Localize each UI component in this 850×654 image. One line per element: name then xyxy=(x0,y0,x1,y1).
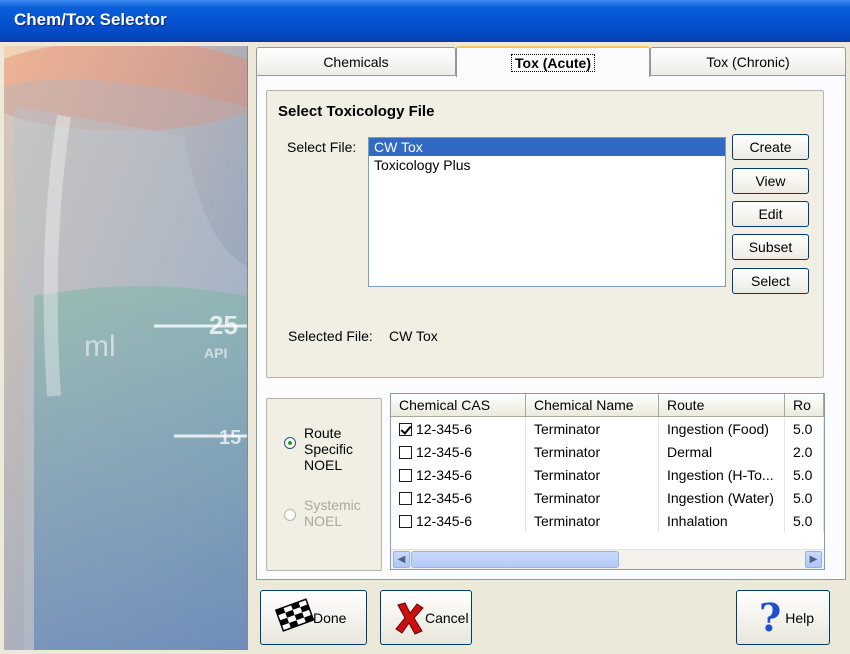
cas-text: 12-345-6 xyxy=(416,466,473,483)
ro-cell: 5.0 xyxy=(784,509,824,532)
horizontal-scrollbar[interactable]: ◀ ▶ xyxy=(391,549,824,569)
tab-chemicals[interactable]: Chemicals xyxy=(256,47,456,76)
done-button[interactable]: Done xyxy=(260,590,367,645)
row-checkbox[interactable] xyxy=(399,445,412,459)
view-button[interactable]: View xyxy=(732,168,809,194)
scroll-right-icon[interactable]: ▶ xyxy=(805,551,822,568)
cancel-x-icon xyxy=(395,601,425,638)
chemical-name-cell: Terminator xyxy=(525,463,659,486)
file-list-item[interactable]: Toxicology Plus xyxy=(369,156,725,174)
chemical-name-cell: Terminator xyxy=(525,440,659,463)
table-row[interactable]: 12-345-6 Terminator Ingestion (Water) 5.0 xyxy=(391,486,824,509)
select-button[interactable]: Select xyxy=(732,268,809,294)
table-row[interactable]: 12-345-6 Terminator Dermal 2.0 xyxy=(391,440,824,463)
window-title: Chem/Tox Selector xyxy=(14,10,167,29)
cas-text: 12-345-6 xyxy=(416,420,473,437)
route-cell: Dermal xyxy=(658,440,785,463)
column-header-name[interactable]: Chemical Name xyxy=(525,394,659,417)
row-checkbox[interactable] xyxy=(399,468,412,482)
chemical-name-cell: Terminator xyxy=(525,509,659,532)
column-header-cas[interactable]: Chemical CAS xyxy=(391,394,526,417)
cas-cell: 12-345-6 xyxy=(391,463,526,486)
edit-button[interactable]: Edit xyxy=(732,201,809,227)
ro-cell: 5.0 xyxy=(784,416,824,440)
create-button[interactable]: Create xyxy=(732,134,809,160)
route-specific-label-line: NOEL xyxy=(304,457,343,473)
group-title: Select Toxicology File xyxy=(278,103,435,120)
cas-text: 12-345-6 xyxy=(416,443,473,460)
route-specific-label-line: Specific xyxy=(304,441,354,457)
route-cell: Ingestion (Food) xyxy=(658,416,785,440)
route-cell: Ingestion (Water) xyxy=(658,486,785,509)
systemic-label-line: Systemic xyxy=(304,497,361,513)
tab-tox-acute-label: Tox (Acute) xyxy=(511,53,595,72)
row-checkbox[interactable] xyxy=(399,491,412,505)
scroll-thumb[interactable] xyxy=(411,551,619,568)
cas-cell: 12-345-6 xyxy=(391,486,526,509)
help-button[interactable]: ? Help xyxy=(736,590,830,645)
systemic-radio-row[interactable]: Systemic NOEL xyxy=(284,497,361,529)
route-cell: Inhalation xyxy=(658,509,785,532)
file-list-item[interactable]: CW Tox xyxy=(369,138,725,156)
chemical-table: Chemical CAS Chemical Name Route Ro 12-3… xyxy=(391,394,824,532)
selected-file-label: Selected File: xyxy=(288,328,373,344)
scroll-left-icon[interactable]: ◀ xyxy=(393,551,410,568)
checkered-flag-icon xyxy=(273,598,317,637)
cas-text: 12-345-6 xyxy=(416,489,473,506)
chemical-name-cell: Terminator xyxy=(525,486,659,509)
noel-group xyxy=(266,398,382,571)
cancel-button[interactable]: Cancel xyxy=(380,590,472,645)
ro-cell: 5.0 xyxy=(784,486,824,509)
beaker-text-ml: ml xyxy=(84,330,116,363)
cas-cell: 12-345-6 xyxy=(391,416,526,440)
help-label: Help xyxy=(785,609,815,626)
beaker-text-15: 15 xyxy=(219,427,241,449)
subset-button[interactable]: Subset xyxy=(732,234,809,260)
column-header-route[interactable]: Route xyxy=(658,394,785,417)
question-mark-icon: ? xyxy=(759,594,782,640)
cas-cell: 12-345-6 xyxy=(391,440,526,463)
row-checkbox[interactable] xyxy=(399,422,412,436)
route-specific-radio-row[interactable]: Route Specific NOEL xyxy=(284,425,353,473)
tab-strip: Chemicals Tox (Acute) Tox (Chronic) xyxy=(256,46,846,77)
row-checkbox[interactable] xyxy=(399,514,412,528)
cas-cell: 12-345-6 xyxy=(391,509,526,532)
cancel-label: Cancel xyxy=(425,609,469,626)
cas-text: 12-345-6 xyxy=(416,512,473,529)
tab-tox-chronic-label: Tox (Chronic) xyxy=(706,54,790,70)
table-row[interactable]: 12-345-6 Terminator Inhalation 5.0 xyxy=(391,509,824,532)
done-label: Done xyxy=(313,609,347,626)
ro-cell: 5.0 xyxy=(784,463,824,486)
tab-chemicals-label: Chemicals xyxy=(323,54,389,70)
file-listbox[interactable]: CW Tox Toxicology Plus xyxy=(368,137,726,287)
table-row[interactable]: 12-345-6 Terminator Ingestion (H-To... 5.0 xyxy=(391,463,824,486)
systemic-label-line: NOEL xyxy=(304,513,343,529)
chemical-name-cell: Terminator xyxy=(525,416,659,440)
selected-file-value: CW Tox xyxy=(389,328,438,344)
route-specific-radio[interactable] xyxy=(284,437,296,449)
beaker-text-api: API xyxy=(204,345,227,361)
ro-cell: 2.0 xyxy=(784,440,824,463)
select-file-label: Select File: xyxy=(287,139,357,155)
chemical-grid[interactable]: Chemical CAS Chemical Name Route Ro 12-3… xyxy=(390,393,825,570)
beaker-text-25: 25 xyxy=(209,310,238,340)
tab-tox-chronic[interactable]: Tox (Chronic) xyxy=(650,47,846,76)
table-row[interactable]: 12-345-6 Terminator Ingestion (Food) 5.0 xyxy=(391,416,824,440)
beaker-image: 25 API ml 15 xyxy=(4,46,248,650)
route-specific-label-line: Route xyxy=(304,425,342,441)
systemic-radio[interactable] xyxy=(284,509,296,521)
tab-tox-acute[interactable]: Tox (Acute) xyxy=(456,46,650,77)
column-header-ro[interactable]: Ro xyxy=(784,394,824,417)
route-cell: Ingestion (H-To... xyxy=(658,463,785,486)
title-bar: Chem/Tox Selector xyxy=(0,0,850,42)
